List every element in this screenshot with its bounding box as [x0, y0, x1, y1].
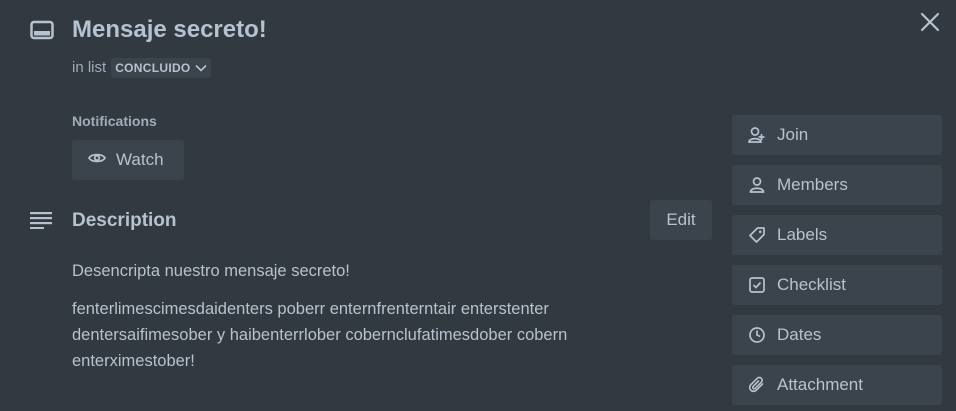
add-member-icon [748, 126, 766, 144]
chevron-down-icon [191, 58, 207, 78]
card-detail-dialog: Mensaje secreto! in list CONCLUIDO Notif… [0, 0, 956, 411]
attachment-button[interactable]: Attachment [732, 365, 942, 405]
watch-label: Watch [116, 150, 164, 169]
checklist-button[interactable]: Checklist [732, 265, 942, 305]
description-body[interactable]: Desencripta nuestro mensaje secreto! fen… [72, 258, 642, 386]
notifications-heading: Notifications [72, 113, 157, 129]
person-icon [748, 176, 766, 194]
attachment-label: Attachment [777, 375, 863, 394]
list-selector[interactable]: CONCLUIDO [111, 58, 211, 78]
close-button[interactable] [916, 10, 944, 38]
description-paragraph: Desencripta nuestro mensaje secreto! [72, 262, 350, 280]
card-actions-sidebar: Join Members Labels Checklist Dates Atta… [732, 115, 942, 411]
checklist-label: Checklist [777, 275, 846, 294]
join-button[interactable]: Join [732, 115, 942, 155]
labels-button[interactable]: Labels [732, 215, 942, 255]
dates-label: Dates [777, 325, 822, 344]
clock-icon [748, 326, 766, 344]
card-title[interactable]: Mensaje secreto! [72, 14, 267, 46]
description-icon [30, 211, 52, 229]
labels-label: Labels [777, 225, 828, 244]
members-button[interactable]: Members [732, 165, 942, 205]
members-label: Members [777, 175, 848, 194]
list-info: in list CONCLUIDO [72, 58, 211, 78]
checkbox-icon [748, 276, 766, 294]
description-paragraph: fenterlimescimesdaidenters poberr entern… [72, 300, 568, 370]
description-heading: Description [72, 210, 177, 231]
tag-icon [748, 226, 766, 244]
eye-icon [87, 151, 107, 170]
list-name: CONCLUIDO [115, 61, 191, 75]
watch-button[interactable]: Watch [72, 140, 184, 180]
edit-description-button[interactable]: Edit [650, 200, 712, 240]
in-list-label: in list [72, 59, 107, 76]
join-label: Join [777, 125, 809, 144]
dates-button[interactable]: Dates [732, 315, 942, 355]
paperclip-icon [748, 376, 766, 394]
close-icon [920, 12, 940, 37]
card-icon [30, 20, 54, 40]
